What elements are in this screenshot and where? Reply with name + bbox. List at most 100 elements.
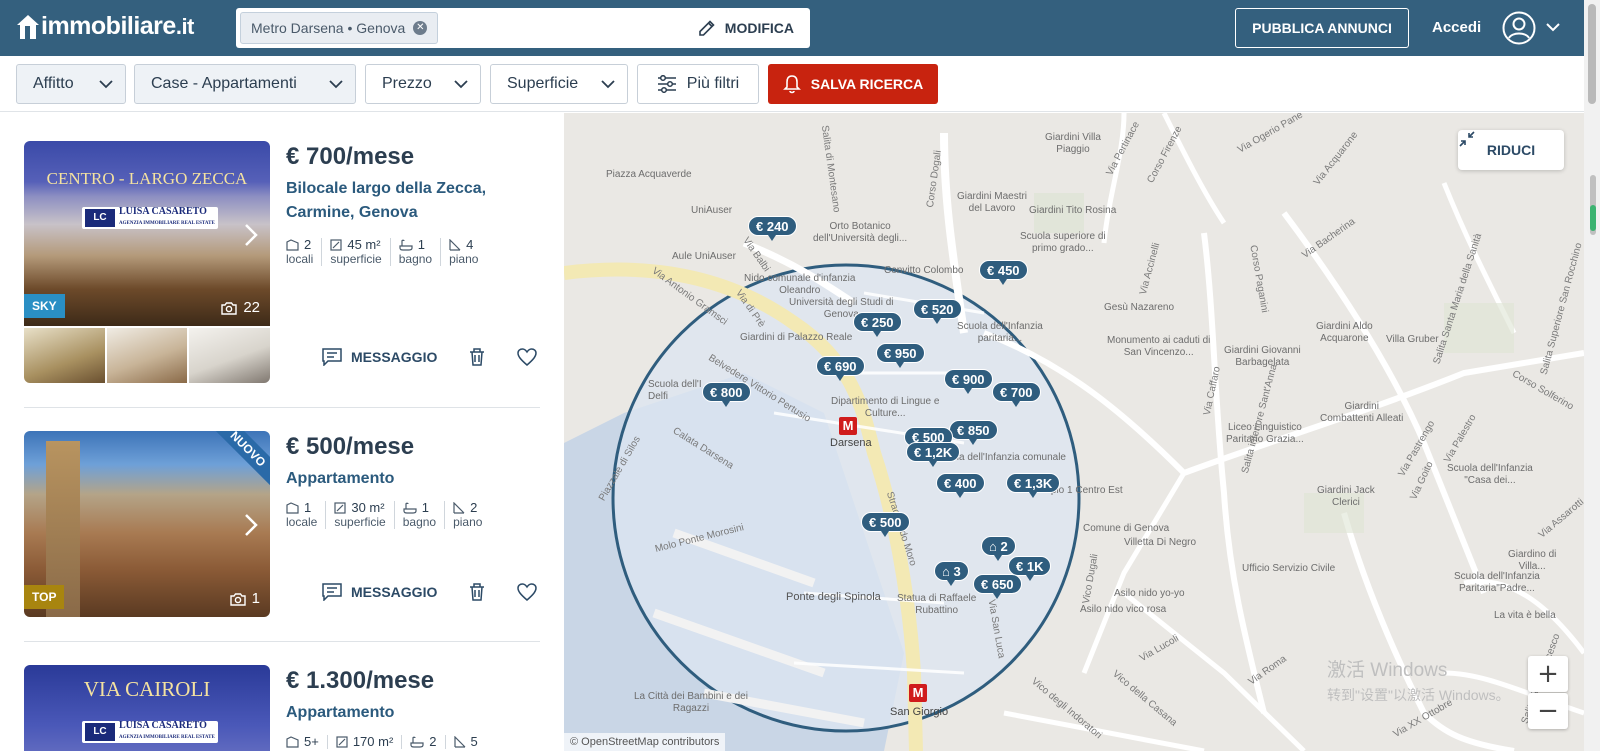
listing-photo[interactable]: VIA CAIROLI LC LUISA CASARETO AGENZIA IMM…: [24, 665, 270, 751]
listing-main-photo[interactable]: CENTRO - LARGO ZECCA LC LUISA CASARETO AG…: [24, 141, 270, 326]
price-pin[interactable]: € 500: [861, 512, 910, 537]
feature-surface: 170 m²: [326, 735, 401, 749]
map-label: Giardini Maestri del Lavoro: [957, 191, 1028, 214]
map-label: Giardini Giovanni Barbagelata: [1224, 345, 1301, 368]
feature-rooms: 5+: [286, 735, 327, 749]
surface-select[interactable]: Superficie: [490, 64, 628, 104]
price-pin[interactable]: € 450: [979, 260, 1028, 285]
price-pin[interactable]: € 400: [936, 473, 985, 498]
search-box[interactable]: Metro Darsena • Genova ✕ MODIFICA: [236, 8, 810, 48]
feature-label: superficie: [330, 252, 382, 266]
pubblica-annunci-button[interactable]: PUBBLICA ANNUNCI: [1235, 8, 1409, 48]
map-label: Orto Botanico dell'Università degli...: [813, 221, 908, 244]
chevron-down-icon: [329, 80, 343, 89]
map[interactable]: Giardini Villa Piaggio Piazza Acquaverde …: [564, 113, 1584, 751]
floor-icon: [449, 239, 461, 251]
photo-count: 22: [221, 299, 260, 316]
user-avatar-icon[interactable]: [1502, 11, 1536, 45]
price-pin[interactable]: € 850: [949, 420, 998, 445]
thumbnail[interactable]: [106, 328, 188, 383]
trash-icon[interactable]: [469, 583, 485, 601]
listing-price[interactable]: € 1.300/mese: [286, 667, 434, 695]
price-select[interactable]: Prezzo: [365, 64, 481, 104]
listing-title[interactable]: Appartamento: [286, 467, 536, 491]
price-pin[interactable]: € 1,2K: [906, 442, 961, 467]
price-pin[interactable]: € 520: [913, 299, 962, 324]
reduce-map-button[interactable]: RIDUCI: [1458, 130, 1564, 170]
next-photo-icon[interactable]: [244, 513, 258, 537]
price-pin[interactable]: € 1K: [1008, 556, 1052, 581]
map-label: Giardini Combattenti Alleati: [1320, 401, 1404, 424]
chevron-down-icon[interactable]: [1546, 21, 1560, 33]
pencil-icon: [698, 20, 715, 36]
feature-label: piano: [449, 252, 479, 266]
photo-count-value: 1: [251, 590, 260, 607]
listing-title[interactable]: Appartamento: [286, 701, 536, 725]
listing-title[interactable]: Bilocale largo della Zecca, Carmine, Gen…: [286, 177, 536, 225]
map-attribution[interactable]: © OpenStreetMap contributors: [564, 733, 726, 751]
message-label: MESSAGGIO: [351, 584, 438, 600]
modifica-button[interactable]: MODIFICA: [697, 8, 794, 48]
message-button[interactable]: MESSAGGIO: [322, 583, 437, 601]
price-pin[interactable]: € 800: [702, 382, 751, 407]
listing-photo[interactable]: CENTRO - LARGO ZECCA LC LUISA CASARETO AG…: [24, 141, 270, 383]
surface-select-label: Superficie: [507, 75, 579, 92]
logo[interactable]: immobiliare .it: [16, 12, 194, 41]
listing-card[interactable]: CENTRO - LARGO ZECCA LC LUISA CASARETO AG…: [24, 141, 540, 386]
message-button[interactable]: MESSAGGIO: [322, 348, 437, 366]
listing-card[interactable]: NUOVO TOP 1 € 500/mese Appartamento 1 lo…: [24, 431, 540, 617]
more-filters-button[interactable]: Più filtri: [637, 64, 759, 104]
map-label: Liceo Linguistico Paritario Grazia...: [1226, 422, 1304, 445]
photo-overlay-title: CENTRO - LARGO ZECCA: [46, 169, 248, 188]
feature-bathroom: 2: [401, 735, 444, 749]
save-search-button[interactable]: SALVA RICERCA: [768, 64, 938, 104]
metro-icon[interactable]: M: [909, 684, 927, 702]
zoom-in-button[interactable]: +: [1528, 656, 1568, 692]
map-label: Comune di Genova: [1083, 523, 1170, 534]
map-label: Gesù Nazareno: [1104, 302, 1175, 313]
house-logo-icon: [17, 14, 39, 39]
price-pin[interactable]: € 900: [944, 369, 993, 394]
new-ribbon: NUOVO: [206, 431, 270, 491]
chevron-down-icon: [601, 80, 615, 89]
price-pin[interactable]: € 700: [992, 382, 1041, 407]
heart-icon[interactable]: [517, 583, 538, 601]
contract-select[interactable]: Affitto: [16, 64, 126, 104]
listing-main-photo[interactable]: NUOVO TOP 1: [24, 431, 270, 617]
cluster-pin[interactable]: ⌂ 2: [981, 536, 1016, 561]
price-pin[interactable]: € 240: [748, 216, 797, 241]
chevron-down-icon: [99, 80, 113, 89]
zoom-out-button[interactable]: −: [1528, 693, 1568, 729]
remove-chip-icon[interactable]: ✕: [413, 21, 428, 35]
login-link[interactable]: Accedi: [1432, 19, 1481, 36]
map-label: Scuola dell'Infanzia Paritaria"Padre...: [1454, 571, 1540, 594]
category-select[interactable]: Case - Appartamenti: [134, 64, 356, 104]
next-photo-icon[interactable]: [244, 223, 258, 247]
thumbnail[interactable]: [189, 328, 270, 383]
listing-price[interactable]: € 500/mese: [286, 433, 414, 461]
price-pin[interactable]: € 1,3K: [1006, 473, 1061, 498]
map-label: Convitto Colombo: [884, 265, 964, 276]
scrollbar-thumb[interactable]: [1588, 4, 1596, 104]
listing-price[interactable]: € 700/mese: [286, 143, 414, 171]
collapse-icon: [1459, 131, 1475, 147]
metro-icon[interactable]: M: [839, 417, 857, 435]
cluster-pin[interactable]: ⌂ 3: [934, 561, 969, 586]
price-select-label: Prezzo: [382, 75, 432, 92]
listing-main-photo[interactable]: VIA CAIROLI LC LUISA CASARETO AGENZIA IMM…: [24, 665, 270, 751]
price-pin[interactable]: € 690: [816, 356, 865, 381]
heart-icon[interactable]: [517, 348, 538, 366]
price-pin[interactable]: € 250: [853, 312, 902, 337]
page-scrollbar[interactable]: [1584, 0, 1600, 751]
photo-thumbnails: [24, 328, 270, 383]
thumbnail[interactable]: [24, 328, 105, 383]
map-label: Giardini Tito Rosina: [1029, 205, 1117, 216]
price-pin[interactable]: € 650: [973, 574, 1022, 599]
listing-photo[interactable]: NUOVO TOP 1: [24, 431, 270, 617]
listing-card[interactable]: VIA CAIROLI LC LUISA CASARETO AGENZIA IMM…: [24, 665, 540, 751]
price-pin[interactable]: € 950: [876, 343, 925, 368]
trash-icon[interactable]: [469, 348, 485, 366]
location-chip[interactable]: Metro Darsena • Genova ✕: [240, 12, 439, 44]
feature-label: bagno: [402, 515, 437, 529]
sliders-icon: [657, 75, 676, 93]
